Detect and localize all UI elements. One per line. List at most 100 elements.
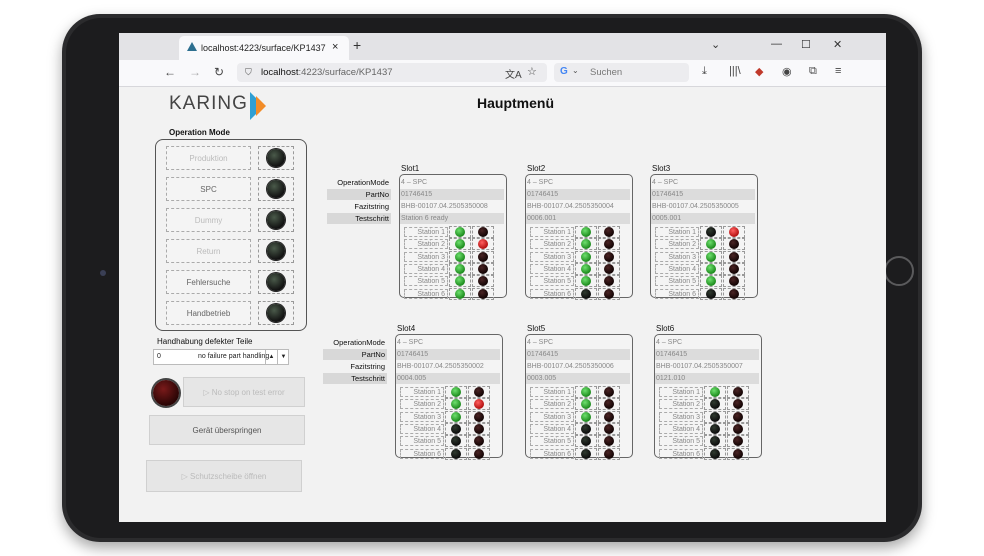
station-red-lamp bbox=[468, 435, 490, 448]
defect-handling-label: Handhabung defekter Teile bbox=[157, 337, 253, 346]
station-red-lamp bbox=[472, 287, 494, 300]
row-label-testschritt: Testschritt bbox=[323, 373, 387, 384]
station-row: Station 3 bbox=[530, 250, 628, 263]
station-red-lamp bbox=[598, 422, 620, 435]
station-label: Station 5 bbox=[530, 276, 574, 287]
red-lamp-icon bbox=[478, 263, 488, 274]
mode-handbetrieb-button[interactable]: Handbetrieb bbox=[166, 301, 251, 325]
slot-operation-mode: 4 – SPC bbox=[527, 339, 554, 346]
station-green-lamp bbox=[445, 398, 467, 411]
forward-icon[interactable]: → bbox=[189, 65, 201, 79]
station-red-lamp bbox=[598, 287, 620, 300]
green-lamp-icon bbox=[451, 448, 461, 459]
reload-icon[interactable]: ↻ bbox=[214, 65, 224, 79]
mode-return-button[interactable]: Return bbox=[166, 239, 251, 263]
mode-dummy-button[interactable]: Dummy bbox=[166, 208, 251, 232]
chevron-down-icon[interactable]: ▼ bbox=[277, 350, 289, 364]
new-tab-button[interactable]: + bbox=[353, 37, 361, 53]
window-close-icon[interactable]: ✕ bbox=[833, 38, 842, 51]
station-green-lamp bbox=[449, 238, 471, 251]
stepper-up-icon[interactable]: ▲ bbox=[265, 350, 277, 364]
station-red-lamp bbox=[723, 275, 745, 288]
slot-title: Slot5 bbox=[527, 324, 546, 333]
station-label: Station 2 bbox=[530, 399, 574, 410]
close-tab-icon[interactable]: × bbox=[332, 41, 338, 53]
mode-produktion-button[interactable]: Produktion bbox=[166, 146, 251, 170]
station-label: Station 3 bbox=[530, 411, 574, 422]
station-green-lamp bbox=[445, 410, 467, 423]
station-label: Station 1 bbox=[659, 387, 703, 397]
station-green-lamp bbox=[449, 226, 471, 238]
station-row: Station 2 bbox=[400, 398, 498, 411]
station-green-lamp bbox=[449, 250, 471, 263]
no-stop-on-error-button[interactable]: ▷ No stop on test error bbox=[183, 377, 305, 407]
station-green-lamp bbox=[700, 275, 722, 288]
bookmark-star-icon[interactable]: ☆ bbox=[527, 65, 537, 78]
browser-tab[interactable]: localhost:4223/surface/KP1437 × bbox=[179, 36, 349, 60]
url-bar[interactable]: ⛉ localhost:4223/surface/KP1437 文A ☆ bbox=[237, 63, 547, 82]
station-row: Station 3 bbox=[530, 410, 628, 423]
red-lamp-icon bbox=[729, 239, 739, 250]
search-input[interactable]: G ⌄ Suchen bbox=[554, 63, 689, 82]
list-tabs-icon[interactable]: ⌄ bbox=[711, 38, 720, 51]
green-lamp-icon bbox=[455, 276, 465, 287]
station-red-lamp bbox=[723, 262, 745, 275]
station-label: Station 6 bbox=[400, 448, 444, 459]
slot-title: Slot3 bbox=[652, 164, 671, 173]
maximize-icon[interactable]: ☐ bbox=[801, 38, 811, 51]
favicon-icon bbox=[187, 42, 197, 51]
download-icon[interactable]: ⤓ bbox=[702, 65, 707, 78]
ublock-icon[interactable]: ◆ bbox=[755, 65, 763, 78]
station-label: Station 5 bbox=[655, 276, 699, 287]
station-red-lamp bbox=[468, 410, 490, 423]
station-row: Station 2 bbox=[659, 398, 757, 411]
red-lamp-icon bbox=[604, 251, 614, 262]
station-row: Station 6 bbox=[530, 447, 628, 460]
home-button[interactable] bbox=[884, 256, 914, 286]
station-label: Station 1 bbox=[655, 227, 699, 237]
station-red-lamp bbox=[598, 435, 620, 448]
slot-title: Slot1 bbox=[401, 164, 420, 173]
red-lamp-icon bbox=[604, 263, 614, 274]
library-icon[interactable]: |||\ bbox=[729, 65, 741, 77]
station-green-lamp bbox=[704, 422, 726, 435]
defect-handling-stepper[interactable]: 0 no failure part handling ▲ ▼ bbox=[153, 349, 289, 365]
station-green-lamp bbox=[700, 287, 722, 300]
slot-panel: 4 – SPC 01746415 BHB-00107.04.2505350008 St… bbox=[399, 174, 507, 300]
green-lamp-icon bbox=[706, 276, 716, 287]
translate-icon[interactable]: 文A bbox=[505, 66, 522, 81]
station-label: Station 3 bbox=[659, 411, 703, 422]
minimize-icon[interactable]: — bbox=[771, 38, 782, 50]
station-green-lamp bbox=[704, 435, 726, 448]
station-row: Station 6 bbox=[530, 287, 628, 300]
chevron-down-icon[interactable]: ⌄ bbox=[572, 66, 579, 75]
back-icon[interactable]: ← bbox=[164, 65, 176, 79]
defect-handling-value[interactable]: 0 bbox=[157, 353, 161, 360]
station-green-lamp bbox=[575, 238, 597, 251]
skip-device-button[interactable]: Gerät überspringen bbox=[149, 415, 305, 445]
slot-title: Slot2 bbox=[527, 164, 546, 173]
menu-icon[interactable]: ≡ bbox=[835, 65, 841, 77]
station-row: Station 1 bbox=[530, 386, 628, 398]
mode-spc-button[interactable]: SPC bbox=[166, 177, 251, 201]
station-label: Station 1 bbox=[400, 387, 444, 397]
station-label: Station 4 bbox=[530, 263, 574, 274]
station-label: Station 5 bbox=[530, 436, 574, 447]
open-shield-button[interactable]: ▷ Schutzscheibe öffnen bbox=[146, 460, 302, 492]
red-lamp-icon bbox=[474, 436, 484, 447]
station-row: Station 2 bbox=[404, 238, 502, 251]
station-red-lamp bbox=[598, 238, 620, 251]
mode-fehlersuche-button[interactable]: Fehlersuche bbox=[166, 270, 251, 294]
defect-handling-option: no failure part handling bbox=[198, 353, 270, 360]
station-label: Station 4 bbox=[655, 263, 699, 274]
extensions-icon[interactable]: ⧉ bbox=[809, 65, 817, 78]
green-lamp-icon bbox=[581, 423, 591, 434]
url-text[interactable]: localhost:4223/surface/KP1437 bbox=[261, 67, 393, 78]
station-green-lamp bbox=[700, 238, 722, 251]
error-lamp bbox=[153, 380, 179, 406]
station-green-lamp bbox=[445, 422, 467, 435]
slot-operation-mode: 4 – SPC bbox=[401, 179, 428, 186]
red-lamp-icon bbox=[604, 399, 614, 410]
account-icon[interactable]: ◉ bbox=[782, 65, 792, 78]
green-lamp-icon bbox=[581, 227, 591, 237]
